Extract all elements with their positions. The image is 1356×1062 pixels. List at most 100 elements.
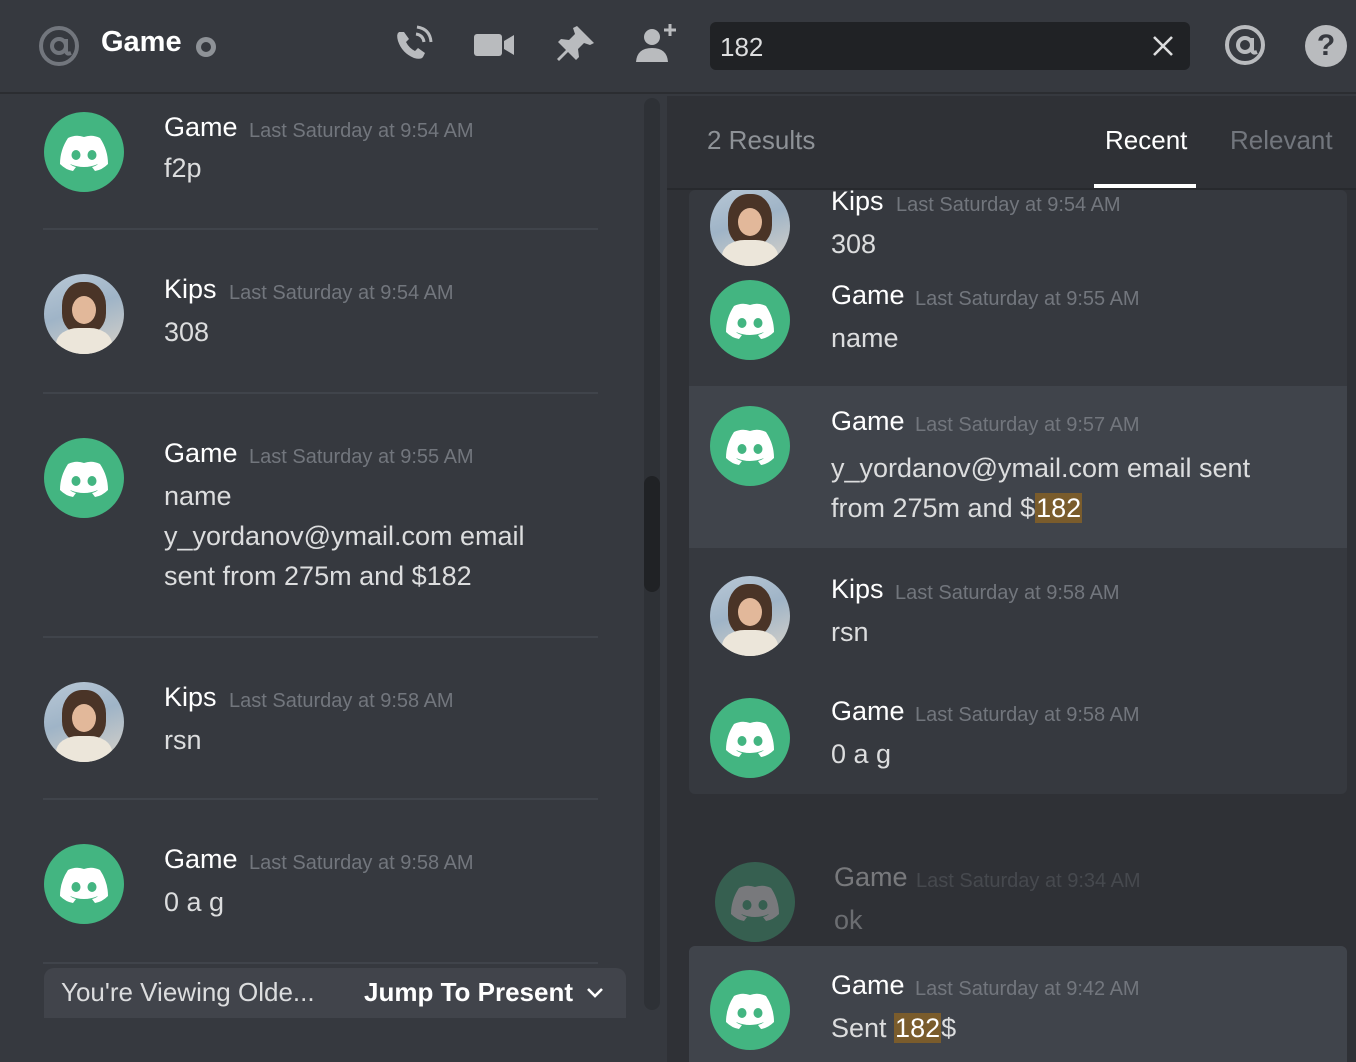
- avatar[interactable]: [44, 844, 124, 924]
- message-timestamp: Last Saturday at 9:55 AM: [915, 288, 1140, 310]
- active-tab-indicator: [1094, 184, 1196, 188]
- message-author[interactable]: Game: [164, 112, 238, 143]
- message-author[interactable]: Kips: [831, 574, 884, 605]
- discord-logo-icon: [60, 867, 108, 903]
- message: Game Last Saturday at 9:58 AM 0 a g: [0, 824, 640, 954]
- channel-header: Game ?: [0, 0, 1356, 94]
- tab-relevant[interactable]: Relevant: [1230, 125, 1333, 156]
- avatar[interactable]: [710, 190, 790, 266]
- video-icon[interactable]: [471, 22, 517, 68]
- message-divider: [43, 962, 598, 964]
- message-content: y_yordanov@ymail.com email: [164, 521, 525, 551]
- avatar[interactable]: [44, 438, 124, 518]
- message-content: sent from 275m and $182: [164, 561, 472, 591]
- message-content: f2p: [164, 153, 202, 183]
- message-author[interactable]: Kips: [164, 682, 217, 713]
- chevron-down-icon[interactable]: [584, 982, 606, 1004]
- result-count: 2 Results: [707, 125, 816, 155]
- avatar[interactable]: [710, 970, 790, 1050]
- message-timestamp: Last Saturday at 9:58 AM: [915, 704, 1140, 726]
- message-timestamp: Last Saturday at 9:58 AM: [249, 852, 474, 874]
- message-author: Game: [834, 862, 908, 892]
- message-divider: [43, 228, 598, 230]
- search-result-message[interactable]: Game Last Saturday at 9:58 AM 0 a g: [689, 696, 1347, 792]
- discord-logo-icon: [726, 303, 774, 339]
- search-results-panel: 2 Results Recent Relevant Kips Last Satu…: [667, 96, 1356, 1062]
- message-divider: [43, 636, 598, 638]
- pin-icon[interactable]: [552, 22, 598, 68]
- search-bar[interactable]: [710, 22, 1190, 70]
- jump-to-present-button[interactable]: Jump To Present: [364, 977, 573, 1008]
- search-results-header: 2 Results Recent Relevant: [667, 96, 1356, 190]
- message-timestamp: Last Saturday at 9:34 AM: [916, 870, 1141, 892]
- message-content: y_yordanov@ymail.com email sent: [831, 453, 1251, 483]
- message: Kips Last Saturday at 9:58 AM rsn: [0, 662, 640, 792]
- message-content: ok: [834, 905, 863, 935]
- status-icon: [196, 37, 216, 57]
- message-timestamp: Last Saturday at 9:58 AM: [229, 690, 454, 712]
- message-content: 0 a g: [164, 887, 225, 917]
- message-content: 0 a g: [831, 739, 892, 769]
- older-messages-bar[interactable]: You're Viewing Olde... Jump To Present: [44, 968, 626, 1018]
- avatar[interactable]: [710, 406, 790, 486]
- message-author[interactable]: Game: [831, 696, 905, 727]
- search-result-group[interactable]: Game Last Saturday at 9:42 AM Sent 182$: [689, 946, 1347, 1062]
- message-author[interactable]: Game: [831, 406, 905, 437]
- help-icon[interactable]: ?: [1305, 25, 1347, 67]
- message-author[interactable]: Game: [164, 844, 238, 875]
- message: Kips Last Saturday at 9:54 AM 308: [0, 254, 640, 384]
- call-icon[interactable]: [390, 22, 436, 68]
- discord-logo-icon: [731, 885, 779, 921]
- avatar[interactable]: [44, 274, 124, 354]
- search-input[interactable]: [718, 30, 1142, 64]
- message: Game Last Saturday at 9:55 AM name y_yor…: [0, 418, 640, 618]
- message-content: 308: [164, 317, 210, 347]
- discord-logo-icon: [726, 721, 774, 757]
- message-content: rsn: [831, 617, 869, 647]
- older-messages-notice: You're Viewing Olde...: [61, 977, 315, 1007]
- search-result-message[interactable]: Kips Last Saturday at 9:54 AM 308: [689, 190, 1347, 266]
- message-divider: [43, 392, 598, 394]
- scrollbar-thumb[interactable]: [644, 476, 660, 592]
- message-list[interactable]: Game Last Saturday at 9:54 AM f2p Kips L…: [0, 94, 665, 1062]
- search-result-match[interactable]: Game Last Saturday at 9:57 AM y_yordanov…: [689, 386, 1347, 548]
- mentions-icon[interactable]: [1223, 23, 1267, 67]
- channel-name: Game: [101, 26, 182, 58]
- message-timestamp: Last Saturday at 9:54 AM: [249, 120, 474, 142]
- message-timestamp: Last Saturday at 9:54 AM: [229, 282, 454, 304]
- close-icon[interactable]: [1150, 33, 1176, 59]
- search-highlight: 182: [1035, 493, 1083, 523]
- search-result-match[interactable]: Game Last Saturday at 9:42 AM Sent 182$: [689, 946, 1347, 1062]
- search-highlight: 182: [894, 1013, 942, 1043]
- avatar[interactable]: [44, 112, 124, 192]
- avatar[interactable]: [44, 682, 124, 762]
- message-content: rsn: [164, 725, 202, 755]
- add-friend-icon[interactable]: [632, 22, 678, 68]
- message-content: name: [831, 323, 899, 353]
- message-timestamp: Last Saturday at 9:57 AM: [915, 414, 1140, 436]
- discord-logo-icon: [60, 135, 108, 171]
- discord-logo-icon: [726, 429, 774, 465]
- message-author[interactable]: Game: [831, 280, 905, 311]
- avatar[interactable]: [710, 576, 790, 656]
- message-author[interactable]: Game: [164, 438, 238, 469]
- message-author[interactable]: Kips: [164, 274, 217, 305]
- message-timestamp: Last Saturday at 9:58 AM: [895, 582, 1120, 604]
- message: Game Last Saturday at 9:54 AM f2p: [0, 94, 640, 224]
- message-author[interactable]: Kips: [831, 190, 884, 217]
- search-result-message[interactable]: Game Last Saturday at 9:55 AM name: [689, 278, 1347, 388]
- avatar[interactable]: [710, 698, 790, 778]
- message-timestamp: Last Saturday at 9:54 AM: [896, 194, 1121, 216]
- tab-recent[interactable]: Recent: [1105, 125, 1187, 156]
- search-result-group[interactable]: Kips Last Saturday at 9:54 AM 308 Game L…: [689, 190, 1347, 794]
- message-content: Sent 182$: [831, 1013, 957, 1043]
- message-author[interactable]: Game: [831, 970, 905, 1001]
- discord-logo-icon: [60, 461, 108, 497]
- search-result-message[interactable]: Kips Last Saturday at 9:58 AM rsn: [689, 574, 1347, 684]
- message-content: name: [164, 481, 232, 511]
- search-result-context: Game Last Saturday at 9:34 AM ok: [689, 862, 1347, 942]
- message-content: 308: [831, 229, 877, 259]
- avatar[interactable]: [710, 280, 790, 360]
- at-icon: [39, 26, 79, 66]
- avatar: [715, 862, 795, 942]
